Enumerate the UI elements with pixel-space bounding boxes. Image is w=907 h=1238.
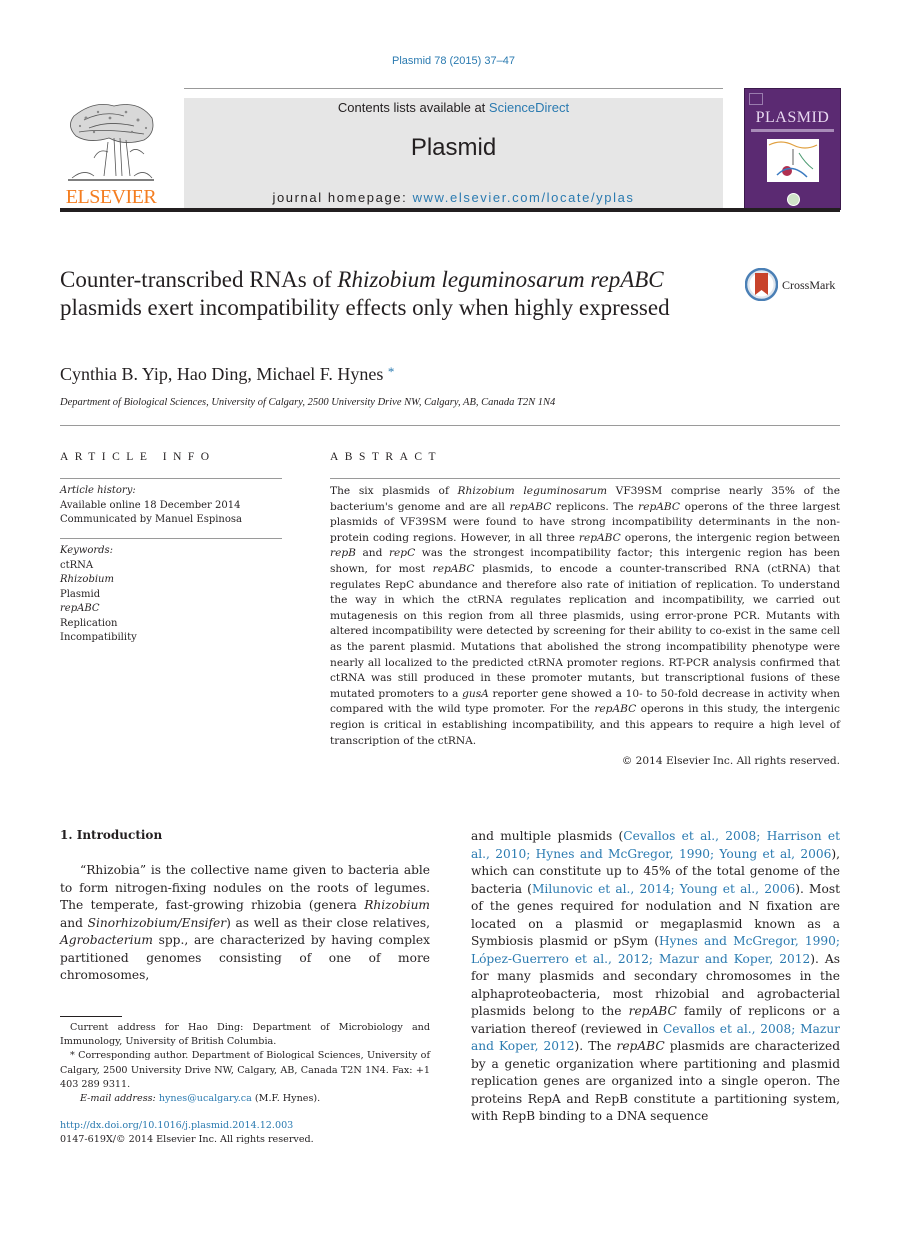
history-item: Communicated by Manuel Espinosa [60,514,242,525]
keywords-list: Keywords: ctRNA Rhizobium Plasmid repABC… [60,544,282,646]
article-history: Article history: Available online 18 Dec… [60,484,282,528]
abstract-copyright: © 2014 Elsevier Inc. All rights reserved… [621,755,840,767]
article-title: Counter-transcribed RNAs of Rhizobium le… [60,266,740,322]
title-text-2: plasmids exert incompatibility effects o… [60,295,670,320]
journal-title: Plasmid [410,134,497,161]
masthead-rule [60,208,840,212]
crossmark-badge[interactable]: CrossMark [745,268,845,304]
crossmark-label: CrossMark [782,278,836,292]
cover-publisher-mark [749,93,763,105]
introduction-left-column: “Rhizobia” is the collective name given … [60,863,431,982]
sciencedirect-link[interactable]: ScienceDirect [489,100,569,115]
dna-diagram-icon [768,141,818,178]
journal-masthead: Contents lists available at ScienceDirec… [184,98,723,209]
footnote-corresponding-author: * Corresponding author. Department of Bi… [60,1050,430,1090]
doi-link[interactable]: http://dx.doi.org/10.1016/j.plasmid.2014… [60,1120,293,1131]
header-divider [184,88,723,89]
introduction-right-column: and multiple plasmids (Cevallos et al., … [471,829,841,1123]
email-link[interactable]: hynes@ucalgary.ca [159,1093,252,1104]
contents-line: Contents lists available at ScienceDirec… [184,100,723,115]
article-info-rule [60,478,282,479]
footnote-rule [60,1016,122,1017]
article-info-heading: ARTICLE INFO [60,451,216,463]
keyword: Plasmid [60,588,101,600]
keyword: repABC [60,603,100,614]
keywords-rule [60,538,282,539]
footnote-current-address: Current address for Hao Ding: Department… [60,1022,430,1048]
history-item: Available online 18 December 2014 [60,499,241,511]
introduction-heading: 1. Introduction [60,828,163,842]
crossmark-icon [745,268,778,301]
history-label: Article history: [60,485,136,496]
footnote-email: E-mail address: hynes@ucalgary.ca (M.F. … [80,1093,321,1105]
homepage-prefix: journal homepage: [272,190,413,205]
contents-prefix: Contents lists available at [337,100,489,115]
abstract-rule [330,478,840,479]
author-list: Cynthia B. Yip, Hao Ding, Michael F. Hyn… [60,364,394,385]
title-text-1: Counter-transcribed RNAs of [60,267,338,292]
homepage-link[interactable]: www.elsevier.com/locate/yplas [413,190,635,205]
elsevier-tree-icon [68,103,154,181]
journal-cover-thumbnail[interactable]: PLASMID [744,88,841,210]
keyword: Rhizobium [60,574,114,585]
cover-subtitle [751,129,834,132]
corresponding-author-mark[interactable]: * [388,364,395,379]
elsevier-logo[interactable]: ELSEVIER [60,98,162,210]
section-divider [60,425,840,426]
authors-text: Cynthia B. Yip, Hao Ding, Michael F. Hyn… [60,364,384,384]
journal-homepage-line: journal homepage: www.elsevier.com/locat… [184,190,723,205]
affiliation: Department of Biological Sciences, Unive… [60,397,556,408]
cover-title: PLASMID [755,109,830,126]
cover-illustration [767,139,819,182]
keyword: Replication [60,617,118,629]
abstract-heading: ABSTRACT [330,451,443,463]
journal-citation[interactable]: Plasmid 78 (2015) 37–47 [0,55,907,67]
elsevier-wordmark: ELSEVIER [65,186,157,208]
keyword: Incompatibility [60,632,137,643]
cover-seal-icon [787,193,800,206]
keyword: ctRNA [60,559,94,571]
issn-copyright: 0147-619X/© 2014 Elsevier Inc. All right… [60,1134,314,1145]
abstract-text: The six plasmids of Rhizobium leguminosa… [330,485,841,747]
citation-link[interactable]: Milunovic et al., 2014; Young et al., 20… [532,882,795,896]
footnotes: Current address for Hao Ding: Department… [60,1021,430,1106]
keywords-label: Keywords: [60,545,114,556]
title-italic: Rhizobium leguminosarum repABC [337,267,664,292]
